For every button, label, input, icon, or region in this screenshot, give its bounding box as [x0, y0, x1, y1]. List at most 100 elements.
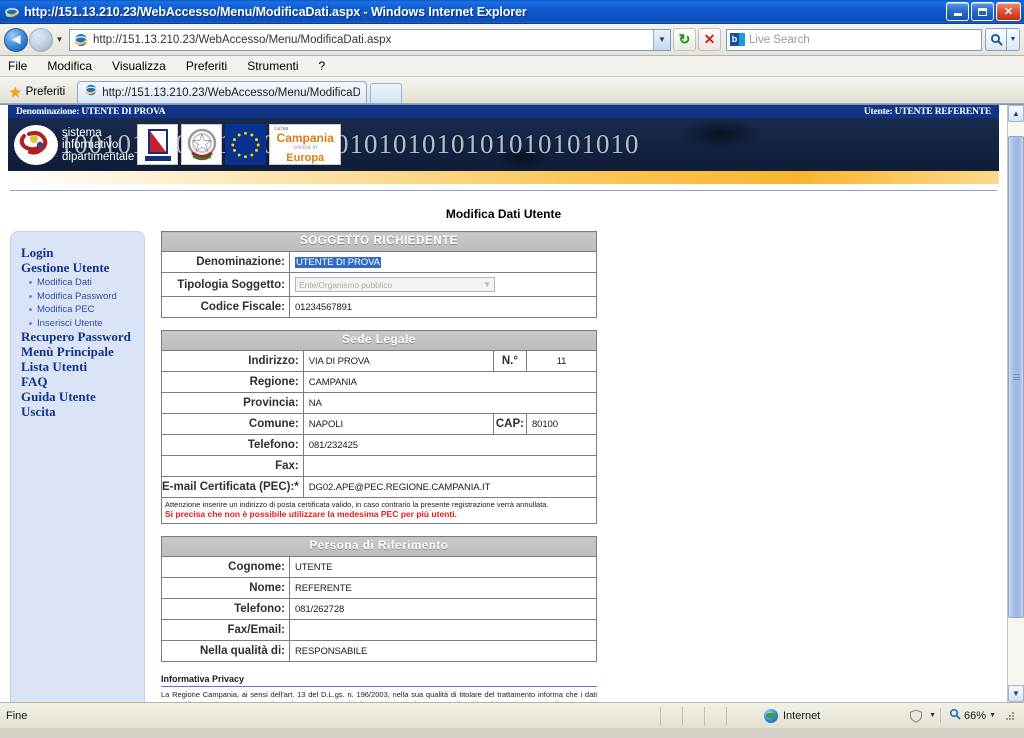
nella-qualita-di-value[interactable]: RESPONSABILE [289, 640, 597, 662]
new-tab-button[interactable] [370, 83, 403, 103]
cognome-value[interactable]: UTENTE [289, 556, 597, 578]
indirizzo-value[interactable]: VIA DI PROVA [302, 350, 494, 372]
address-bar[interactable]: http://151.13.210.23/WebAccesso/Menu/Mod… [69, 28, 671, 51]
pec-value[interactable]: DG02.APE@PEC.REGIONE.CAMPANIA.IT [302, 476, 598, 498]
nome-value[interactable]: REFERENTE [289, 577, 597, 599]
table-row: Nella qualità di: RESPONSABILE [161, 640, 597, 662]
codice-fiscale-value[interactable]: 01234567891 [289, 296, 597, 318]
table-row: Tipologia Soggetto: Ente/Organismo pubbl… [161, 272, 597, 297]
menu-item-preferiti[interactable]: Preferiti [186, 59, 227, 73]
menu-item-help[interactable]: ? [319, 59, 326, 73]
fax-sede-value[interactable] [302, 455, 598, 477]
menu-item-file[interactable]: File [8, 59, 27, 73]
sidebar-item-modifica-password[interactable]: Modifica Password [29, 290, 134, 304]
scrollbar-track[interactable] [1008, 122, 1024, 685]
telefono-persona-value[interactable]: 081/262728 [289, 598, 597, 620]
sidebar-item-inserisci-utente[interactable]: Inserisci Utente [29, 317, 134, 331]
sidebar-item-faq[interactable]: FAQ [21, 375, 134, 389]
recent-pages-dropdown-icon[interactable]: ▼ [53, 29, 66, 51]
search-button[interactable] [985, 28, 1007, 51]
privacy-box: La Regione Campania, ai sensi dell'art. … [161, 686, 597, 702]
sidebar-item-recupero-password[interactable]: Recupero Password [21, 330, 134, 344]
campania-line-4: Europa [286, 151, 325, 164]
sidebar-item-login[interactable]: Login [21, 246, 134, 260]
close-button[interactable]: ✕ [996, 2, 1021, 21]
web-page-content: Denominazione: UTENTE DI PROVA Utente: U… [0, 105, 1007, 702]
sidebar-item-gestione-utente[interactable]: Gestione Utente [21, 261, 134, 275]
status-text: Fine [6, 709, 28, 722]
table-row: Comune: NAPOLI CAP: 80100 [161, 413, 597, 435]
provincia-value[interactable]: NA [302, 392, 598, 414]
comune-value[interactable]: NAPOLI [302, 413, 494, 435]
tipologia-soggetto-label: Tipologia Soggetto: [161, 272, 290, 297]
address-dropdown-icon[interactable]: ▼ [653, 29, 670, 50]
sidebar-item-uscita[interactable]: Uscita [21, 405, 134, 419]
zoom-control[interactable]: 66% ▼ [940, 708, 996, 723]
page-viewport: Denominazione: UTENTE DI PROVA Utente: U… [0, 104, 1024, 702]
sid-line-2: informativo [62, 138, 119, 151]
telefono-sede-value[interactable]: 081/232425 [302, 434, 598, 456]
window-title-text: http://151.13.210.23/WebAccesso/Menu/Mod… [24, 4, 527, 19]
indirizzo-label: Indirizzo: [161, 350, 304, 372]
cap-value[interactable]: 80100 [526, 413, 597, 435]
stop-icon[interactable]: ✕ [698, 28, 721, 51]
sidebar-item-modifica-dati[interactable]: Modifica Dati [29, 276, 134, 290]
refresh-icon[interactable]: ↻ [673, 28, 696, 51]
security-zone[interactable]: Internet [764, 708, 907, 723]
european-union-flag-icon [225, 124, 267, 165]
protected-mode-icon [907, 707, 925, 725]
zoom-dropdown-icon[interactable]: ▼ [989, 712, 996, 719]
denominazione-value-cell[interactable]: UTENTE DI PROVA [289, 251, 597, 273]
menu-item-strumenti[interactable]: Strumenti [247, 59, 298, 73]
search-provider-dropdown-icon[interactable]: ▼ [1007, 28, 1020, 51]
favorites-button[interactable]: ★ Preferiti [6, 81, 73, 103]
sidebar-item-lista-utenti[interactable]: Lista Utenti [21, 360, 134, 374]
bullet-icon [29, 321, 32, 325]
sistema-informativo-logo: sistema informativo dipartimentale [14, 124, 134, 165]
forward-button[interactable]: ► [29, 27, 53, 52]
table-row: Telefono: 081/232425 [161, 434, 598, 456]
menu-item-modifica[interactable]: Modifica [47, 59, 92, 73]
section-header-sede-legale: Sede Legale [161, 330, 597, 351]
table-row: Indirizzo: VIA DI PROVA N.° 11 [161, 350, 597, 372]
minimize-button[interactable] [946, 2, 969, 21]
menu-item-visualizza[interactable]: Visualizza [112, 59, 166, 73]
site-top-strip: Denominazione: UTENTE DI PROVA Utente: U… [8, 105, 999, 118]
page-vertical-scrollbar[interactable]: ▲ ▼ [1007, 105, 1024, 702]
sidebar-item-guida-utente[interactable]: Guida Utente [21, 390, 134, 404]
fax-email-value[interactable] [289, 619, 597, 641]
resize-grip-icon[interactable] [1004, 710, 1016, 722]
sidebar-item-modifica-pec[interactable]: Modifica PEC [29, 303, 134, 317]
internet-explorer-icon [4, 4, 20, 20]
menu-bar: File Modifica Visualizza Preferiti Strum… [0, 56, 1024, 77]
pec-warning-line-1: Attenzione inserire un indirizzo di post… [165, 500, 549, 509]
status-segment [726, 706, 748, 725]
sidebar-item-menu-principale[interactable]: Menù Principale [21, 345, 134, 359]
regione-value[interactable]: CAMPANIA [302, 371, 598, 393]
status-segment [682, 706, 704, 725]
sid-line-1: sistema [62, 126, 102, 139]
scrollbar-thumb[interactable] [1008, 136, 1024, 618]
status-right-group: ▼ 66% ▼ [907, 707, 1024, 725]
search-input[interactable]: b Live Search [726, 28, 982, 51]
table-row: Attenzione inserire un indirizzo di post… [161, 497, 597, 524]
soggetto-richiedente-table: SOGGETTO RICHIEDENTE Denominazione: UTEN… [161, 231, 597, 318]
back-button[interactable]: ◄ [4, 27, 28, 52]
sidebar-sublabel: Modifica Password [37, 290, 117, 302]
browser-toolbar: ◄ ► ▼ http://151.13.210.23/WebAccesso/Me… [0, 24, 1024, 56]
scroll-up-button[interactable]: ▲ [1008, 105, 1024, 122]
browser-tab-active[interactable]: http://151.13.210.23/WebAccesso/Menu/Mod… [77, 81, 368, 103]
table-row: Regione: CAMPANIA [161, 371, 598, 393]
form-container: SOGGETTO RICHIEDENTE Denominazione: UTEN… [161, 231, 598, 702]
header-divider [10, 190, 997, 191]
scroll-down-button[interactable]: ▼ [1008, 685, 1024, 702]
restore-button[interactable] [971, 2, 994, 21]
telefono-persona-label: Telefono: [161, 598, 290, 620]
tipologia-soggetto-select[interactable]: Ente/Organismo pubblico ▼ [295, 277, 495, 292]
numero-civico-value[interactable]: 11 [526, 350, 597, 372]
bullet-icon [29, 294, 32, 298]
chevron-down-icon: ▼ [483, 280, 491, 289]
table-row: Persona di Riferimento [161, 536, 597, 557]
protected-mode-dropdown-icon[interactable]: ▼ [929, 712, 936, 719]
campania-line-2: Campania [276, 130, 334, 145]
